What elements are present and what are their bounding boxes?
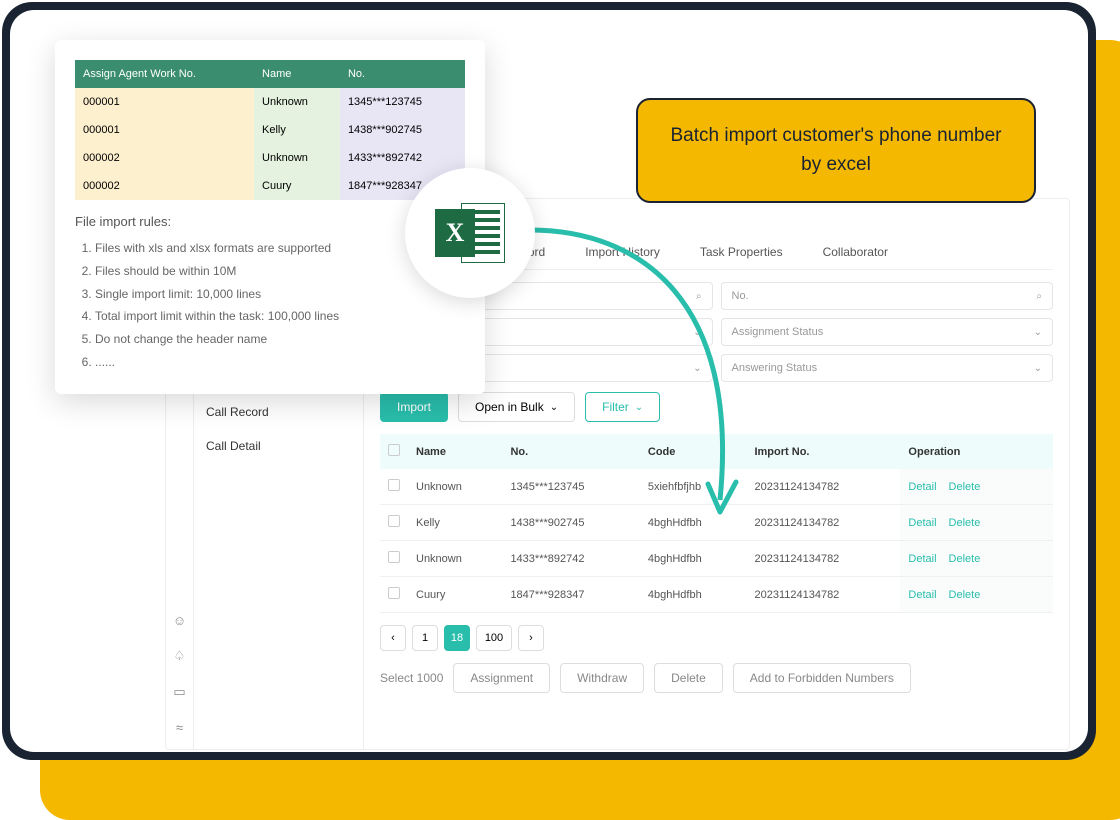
- wifi-icon[interactable]: ≈: [172, 716, 187, 739]
- page-18[interactable]: 18: [444, 625, 470, 651]
- cell-code: 5xiehfbfjhb: [640, 469, 747, 505]
- detail-link[interactable]: Detail: [908, 553, 936, 565]
- cell-import: 20231124134782: [746, 541, 900, 577]
- folder-icon[interactable]: ▭: [169, 680, 189, 704]
- sample-row: 000001Kelly1438***902745: [75, 116, 465, 144]
- chevron-down-icon: ⌄: [1034, 363, 1042, 374]
- row-checkbox[interactable]: [388, 551, 400, 563]
- data-table: Name No. Code Import No. Operation Unkno…: [380, 434, 1053, 613]
- cell-import: 20231124134782: [746, 505, 900, 541]
- cell-code: 4bghHdfbh: [640, 541, 747, 577]
- cell-code: 4bghHdfbh: [640, 505, 747, 541]
- delete-link[interactable]: Delete: [949, 517, 981, 529]
- cell-no: 1345***123745: [502, 469, 639, 505]
- cell-no: 1433***892742: [502, 541, 639, 577]
- open-bulk-button[interactable]: Open in Bulk⌄: [458, 392, 575, 422]
- table-row: Kelly 1438***902745 4bghHdfbh 2023112413…: [380, 505, 1053, 541]
- rule-item: Do not change the header name: [95, 328, 465, 351]
- cell-name: Cuury: [408, 577, 502, 613]
- sample-col-name: Name: [254, 60, 340, 88]
- cell-name: Kelly: [408, 505, 502, 541]
- col-import-no: Import No.: [746, 434, 900, 469]
- detail-link[interactable]: Detail: [908, 589, 936, 601]
- cell-name: Unknown: [408, 541, 502, 577]
- rules-list: Files with xls and xlsx formats are supp…: [75, 237, 465, 374]
- cell-name: Unknown: [408, 469, 502, 505]
- cell-ops: Detail Delete: [900, 505, 1053, 541]
- row-checkbox[interactable]: [388, 587, 400, 599]
- filter-button[interactable]: Filter⌄: [585, 392, 660, 422]
- chevron-down-icon: ⌄: [693, 327, 701, 338]
- rule-item: Single import limit: 10,000 lines: [95, 283, 465, 306]
- tab-import-history[interactable]: Import History: [585, 237, 660, 269]
- tab-collaborator[interactable]: Collaborator: [823, 237, 888, 269]
- assignment-button[interactable]: Assignment: [453, 663, 550, 693]
- withdraw-button[interactable]: Withdraw: [560, 663, 644, 693]
- forbidden-button[interactable]: Add to Forbidden Numbers: [733, 663, 911, 693]
- filter-no[interactable]: No.⌕: [721, 282, 1054, 310]
- chevron-down-icon: ⌄: [635, 402, 643, 413]
- chevron-down-icon: ⌄: [550, 402, 558, 413]
- page-next[interactable]: ›: [518, 625, 544, 651]
- sample-table: Assign Agent Work No. Name No. 000001Unk…: [75, 60, 465, 200]
- checkbox-all[interactable]: [388, 444, 400, 456]
- sample-row: 000002Cuury1847***928347: [75, 172, 465, 200]
- table-row: Unknown 1433***892742 4bghHdfbh 20231124…: [380, 541, 1053, 577]
- cell-ops: Detail Delete: [900, 541, 1053, 577]
- sample-col-no: No.: [340, 60, 465, 88]
- delete-link[interactable]: Delete: [949, 589, 981, 601]
- cell-import: 20231124134782: [746, 577, 900, 613]
- page-prev[interactable]: ‹: [380, 625, 406, 651]
- delete-button[interactable]: Delete: [654, 663, 723, 693]
- bell-icon[interactable]: ♤: [170, 644, 190, 668]
- detail-link[interactable]: Detail: [908, 517, 936, 529]
- row-checkbox[interactable]: [388, 479, 400, 491]
- import-button[interactable]: Import: [380, 392, 448, 422]
- col-code: Code: [640, 434, 747, 469]
- sidebar-item-call-detail[interactable]: Call Detail: [194, 429, 363, 463]
- sample-col-agent: Assign Agent Work No.: [75, 60, 254, 88]
- chevron-down-icon: ⌄: [1034, 327, 1042, 338]
- search-icon: ⌕: [696, 291, 702, 302]
- filter-answering-status[interactable]: Answering Status⌄: [721, 354, 1054, 382]
- col-operation: Operation: [900, 434, 1053, 469]
- cell-ops: Detail Delete: [900, 577, 1053, 613]
- pagination: ‹ 1 18 100 ›: [380, 625, 1053, 651]
- sample-row: 000002Unknown1433***892742: [75, 144, 465, 172]
- rule-item: Total import limit within the task: 100,…: [95, 305, 465, 328]
- page-100[interactable]: 100: [476, 625, 512, 651]
- table-row: Unknown 1345***123745 5xiehfbfjhb 202311…: [380, 469, 1053, 505]
- select-count: Select 1000: [380, 671, 443, 685]
- tab-task-properties[interactable]: Task Properties: [700, 237, 783, 269]
- cell-ops: Detail Delete: [900, 469, 1053, 505]
- page-1[interactable]: 1: [412, 625, 438, 651]
- chevron-down-icon: ⌄: [693, 363, 701, 374]
- callout-bubble: Batch import customer's phone number by …: [636, 98, 1036, 203]
- sidebar-item-call-record[interactable]: Call Record: [194, 395, 363, 429]
- table-row: Cuury 1847***928347 4bghHdfbh 2023112413…: [380, 577, 1053, 613]
- sample-row: 000001Unknown1345***123745: [75, 88, 465, 116]
- search-icon: ⌕: [1036, 291, 1042, 302]
- cell-no: 1847***928347: [502, 577, 639, 613]
- row-checkbox[interactable]: [388, 515, 400, 527]
- detail-link[interactable]: Detail: [908, 481, 936, 493]
- rule-item: Files should be within 10M: [95, 260, 465, 283]
- excel-icon: X: [405, 168, 535, 298]
- cell-code: 4bghHdfbh: [640, 577, 747, 613]
- filter-assignment-status[interactable]: Assignment Status⌄: [721, 318, 1054, 346]
- delete-link[interactable]: Delete: [949, 553, 981, 565]
- cell-no: 1438***902745: [502, 505, 639, 541]
- rule-item: ......: [95, 351, 465, 374]
- delete-link[interactable]: Delete: [949, 481, 981, 493]
- col-name: Name: [408, 434, 502, 469]
- user-icon[interactable]: ☺: [169, 609, 190, 632]
- bulk-actions: Select 1000 Assignment Withdraw Delete A…: [380, 663, 1053, 693]
- col-no: No.: [502, 434, 639, 469]
- cell-import: 20231124134782: [746, 469, 900, 505]
- action-row: Import Open in Bulk⌄ Filter⌄: [380, 392, 1053, 422]
